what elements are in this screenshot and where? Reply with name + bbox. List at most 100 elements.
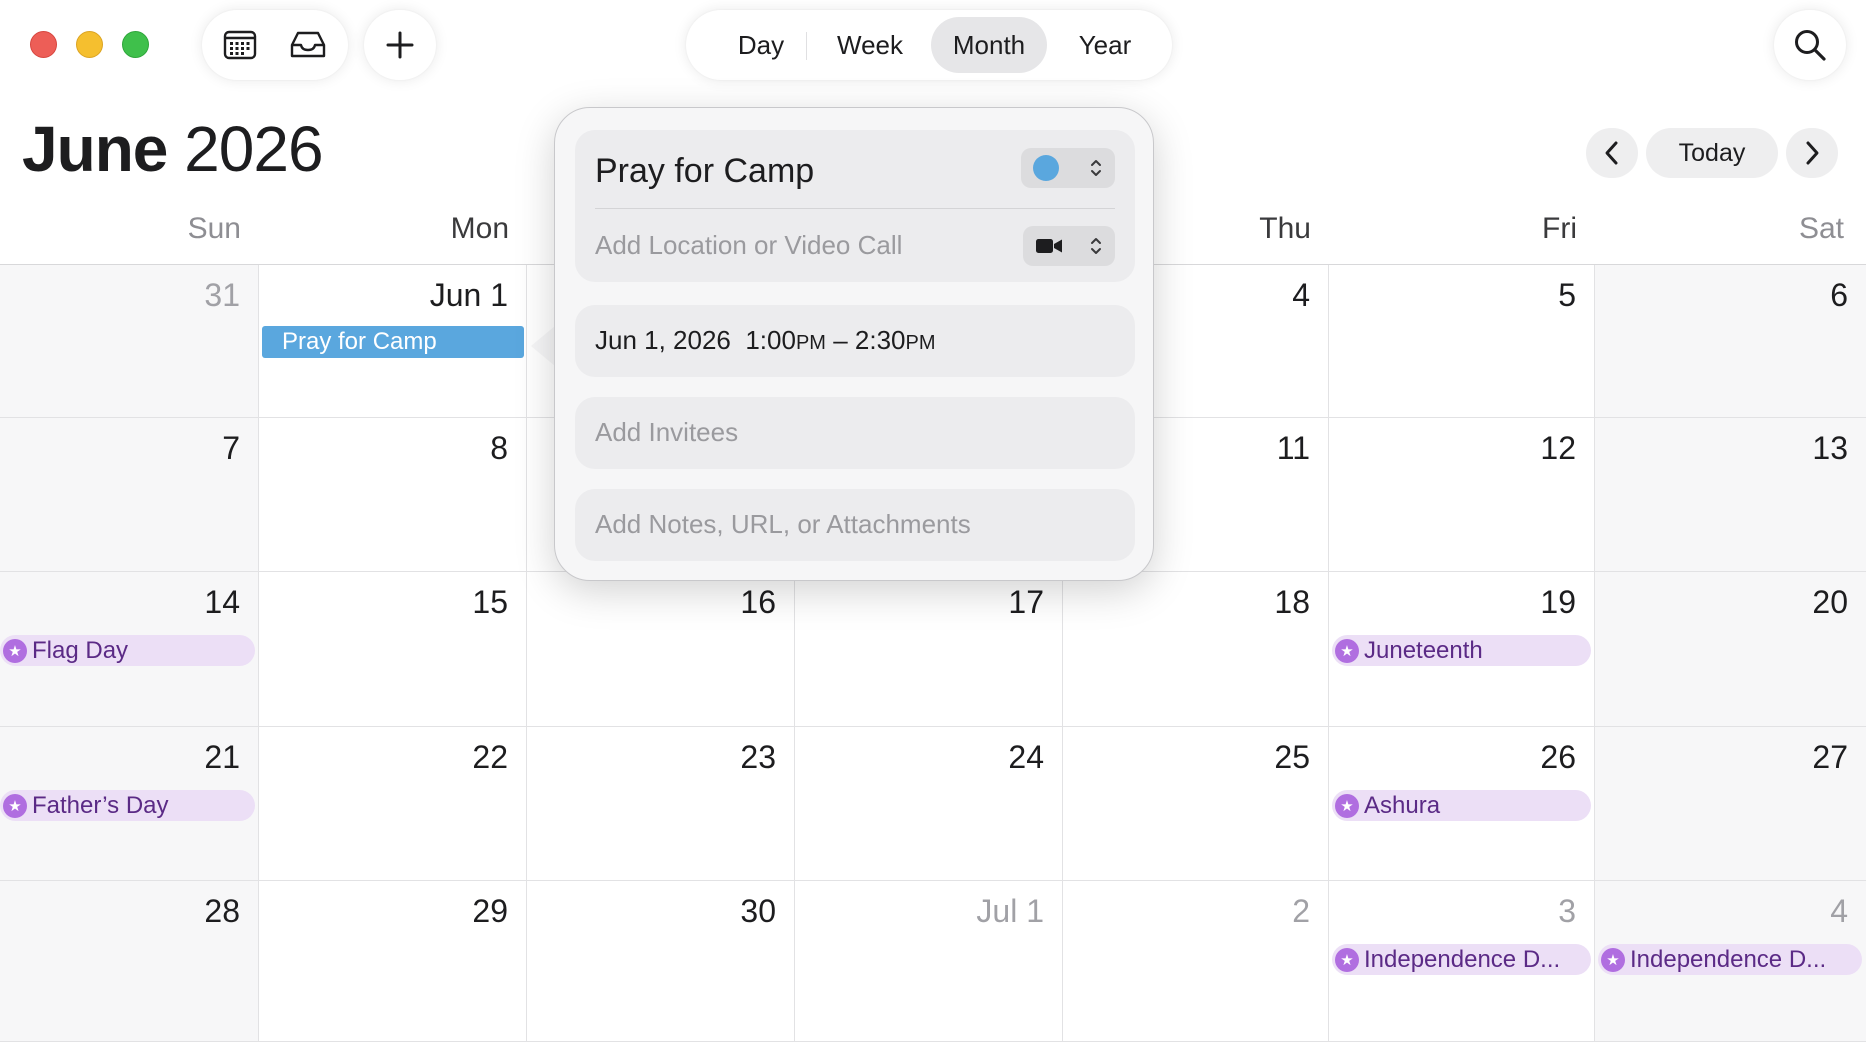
day-cell[interactable]: 30 bbox=[527, 881, 795, 1042]
day-cell[interactable]: 31 bbox=[0, 265, 259, 418]
day-number: 29 bbox=[472, 893, 508, 929]
day-number: Jun 1 bbox=[429, 277, 508, 313]
day-cell[interactable]: 16 bbox=[527, 572, 795, 727]
day-number: 28 bbox=[204, 893, 240, 929]
day-number: 26 bbox=[1540, 739, 1576, 775]
minimize-window-button[interactable] bbox=[76, 31, 103, 58]
holiday-event[interactable]: ★ Ashura bbox=[1332, 790, 1591, 821]
day-number: 24 bbox=[1008, 739, 1044, 775]
today-button[interactable]: Today bbox=[1646, 128, 1778, 178]
day-cell[interactable]: 8 bbox=[259, 418, 527, 572]
chevron-right-icon bbox=[1806, 141, 1819, 165]
holiday-event[interactable]: ★ Independence D... bbox=[1598, 944, 1862, 975]
close-window-button[interactable] bbox=[30, 31, 57, 58]
view-day-button[interactable]: Day bbox=[706, 17, 816, 73]
inbox-button[interactable] bbox=[286, 24, 330, 66]
event-end-time: 2:30 bbox=[854, 325, 906, 355]
location-field[interactable]: Add Location or Video Call bbox=[595, 230, 902, 261]
day-cell[interactable]: 15 bbox=[259, 572, 527, 727]
day-cell[interactable]: 12 bbox=[1329, 418, 1595, 572]
event-title: Independence D... bbox=[1364, 945, 1561, 973]
event-title: Flag Day bbox=[32, 636, 129, 664]
day-cell[interactable]: 29 bbox=[259, 881, 527, 1042]
year-number: 2026 bbox=[184, 113, 323, 185]
holiday-event[interactable]: ★ Flag Day bbox=[0, 635, 255, 666]
holiday-star-icon: ★ bbox=[1601, 947, 1625, 972]
event-title-field[interactable]: Pray for Camp bbox=[595, 152, 814, 191]
day-number: 27 bbox=[1812, 739, 1848, 775]
day-number: 8 bbox=[490, 430, 508, 466]
day-number: 17 bbox=[1008, 584, 1044, 620]
video-camera-icon bbox=[1036, 239, 1062, 253]
day-cell[interactable]: 24 bbox=[795, 727, 1063, 881]
inbox-icon bbox=[290, 31, 326, 58]
day-number: 5 bbox=[1558, 277, 1576, 313]
zoom-window-button[interactable] bbox=[122, 31, 149, 58]
day-cell[interactable]: 22 bbox=[259, 727, 527, 881]
day-number: 31 bbox=[204, 277, 240, 313]
invitees-card[interactable]: Add Invitees bbox=[575, 397, 1135, 469]
calendar-grid-icon bbox=[223, 30, 257, 60]
chevron-left-icon bbox=[1605, 141, 1618, 165]
invitees-field[interactable]: Add Invitees bbox=[595, 417, 738, 448]
event-title: Father’s Day bbox=[32, 791, 169, 819]
calendar-toolbar-group bbox=[202, 10, 348, 80]
weekday-label-mon: Mon bbox=[450, 212, 509, 245]
day-number: 15 bbox=[472, 584, 508, 620]
view-month-button[interactable]: Month bbox=[931, 17, 1047, 73]
weekday-label-sat: Sat bbox=[1798, 212, 1844, 245]
search-button[interactable] bbox=[1774, 10, 1846, 80]
calendar-color-picker[interactable] bbox=[1021, 148, 1115, 188]
next-month-button[interactable] bbox=[1786, 128, 1838, 178]
day-number: Jul 1 bbox=[976, 893, 1044, 929]
view-week-button[interactable]: Week bbox=[814, 17, 926, 73]
day-number: 30 bbox=[740, 893, 776, 929]
plus-icon bbox=[380, 25, 420, 65]
event-title: Juneteenth bbox=[1364, 636, 1483, 664]
video-call-picker[interactable] bbox=[1023, 226, 1115, 266]
day-cell[interactable]: 2 bbox=[1063, 881, 1329, 1042]
day-cell[interactable]: 6 bbox=[1595, 265, 1866, 418]
day-number: 4 bbox=[1292, 277, 1310, 313]
day-number: 12 bbox=[1540, 430, 1576, 466]
holiday-star-icon: ★ bbox=[3, 793, 27, 818]
notes-card[interactable]: Add Notes, URL, or Attachments bbox=[575, 489, 1135, 561]
event-pray-for-camp[interactable]: Pray for Camp bbox=[262, 326, 524, 358]
calendar-color-dot bbox=[1033, 155, 1059, 181]
day-cell[interactable]: 25 bbox=[1063, 727, 1329, 881]
event-date-time[interactable]: Jun 1, 2026 1:00PM – 2:30PM bbox=[595, 325, 936, 356]
day-number: 23 bbox=[740, 739, 776, 775]
add-event-button[interactable] bbox=[364, 10, 436, 80]
previous-month-button[interactable] bbox=[1586, 128, 1638, 178]
day-cell[interactable]: 17 bbox=[795, 572, 1063, 727]
day-cell[interactable]: 5 bbox=[1329, 265, 1595, 418]
view-year-button[interactable]: Year bbox=[1050, 17, 1160, 73]
day-cell[interactable]: 13 bbox=[1595, 418, 1866, 572]
day-cell[interactable]: 23 bbox=[527, 727, 795, 881]
event-date-card[interactable]: Jun 1, 2026 1:00PM – 2:30PM bbox=[575, 305, 1135, 377]
notes-field[interactable]: Add Notes, URL, or Attachments bbox=[595, 509, 971, 540]
day-cell[interactable]: 20 bbox=[1595, 572, 1866, 727]
event-title: Independence D... bbox=[1630, 945, 1827, 973]
event-title: Ashura bbox=[1364, 791, 1441, 819]
day-cell[interactable]: 7 bbox=[0, 418, 259, 572]
holiday-event[interactable]: ★ Independence D... bbox=[1332, 944, 1591, 975]
event-start-ampm: PM bbox=[795, 332, 826, 354]
day-cell[interactable]: 27 bbox=[1595, 727, 1866, 881]
day-number: 7 bbox=[222, 430, 240, 466]
day-cell[interactable]: Jul 1 bbox=[795, 881, 1063, 1042]
event-date: Jun 1, 2026 bbox=[595, 325, 731, 355]
holiday-star-icon: ★ bbox=[1335, 638, 1359, 663]
day-cell[interactable]: 28 bbox=[0, 881, 259, 1042]
event-end-ampm: PM bbox=[905, 332, 936, 354]
day-cell[interactable]: 18 bbox=[1063, 572, 1329, 727]
weekday-label-fri: Fri bbox=[1542, 212, 1577, 245]
event-title: Pray for Camp bbox=[282, 328, 437, 355]
time-separator: – bbox=[833, 325, 848, 355]
holiday-event[interactable]: ★ Juneteenth bbox=[1332, 635, 1591, 666]
weekday-label-sun: Sun bbox=[187, 212, 241, 245]
day-number: 3 bbox=[1558, 893, 1576, 929]
calendar-list-button[interactable] bbox=[218, 24, 262, 66]
month-title: June 2026 bbox=[22, 112, 324, 186]
holiday-event[interactable]: ★ Father’s Day bbox=[0, 790, 255, 821]
